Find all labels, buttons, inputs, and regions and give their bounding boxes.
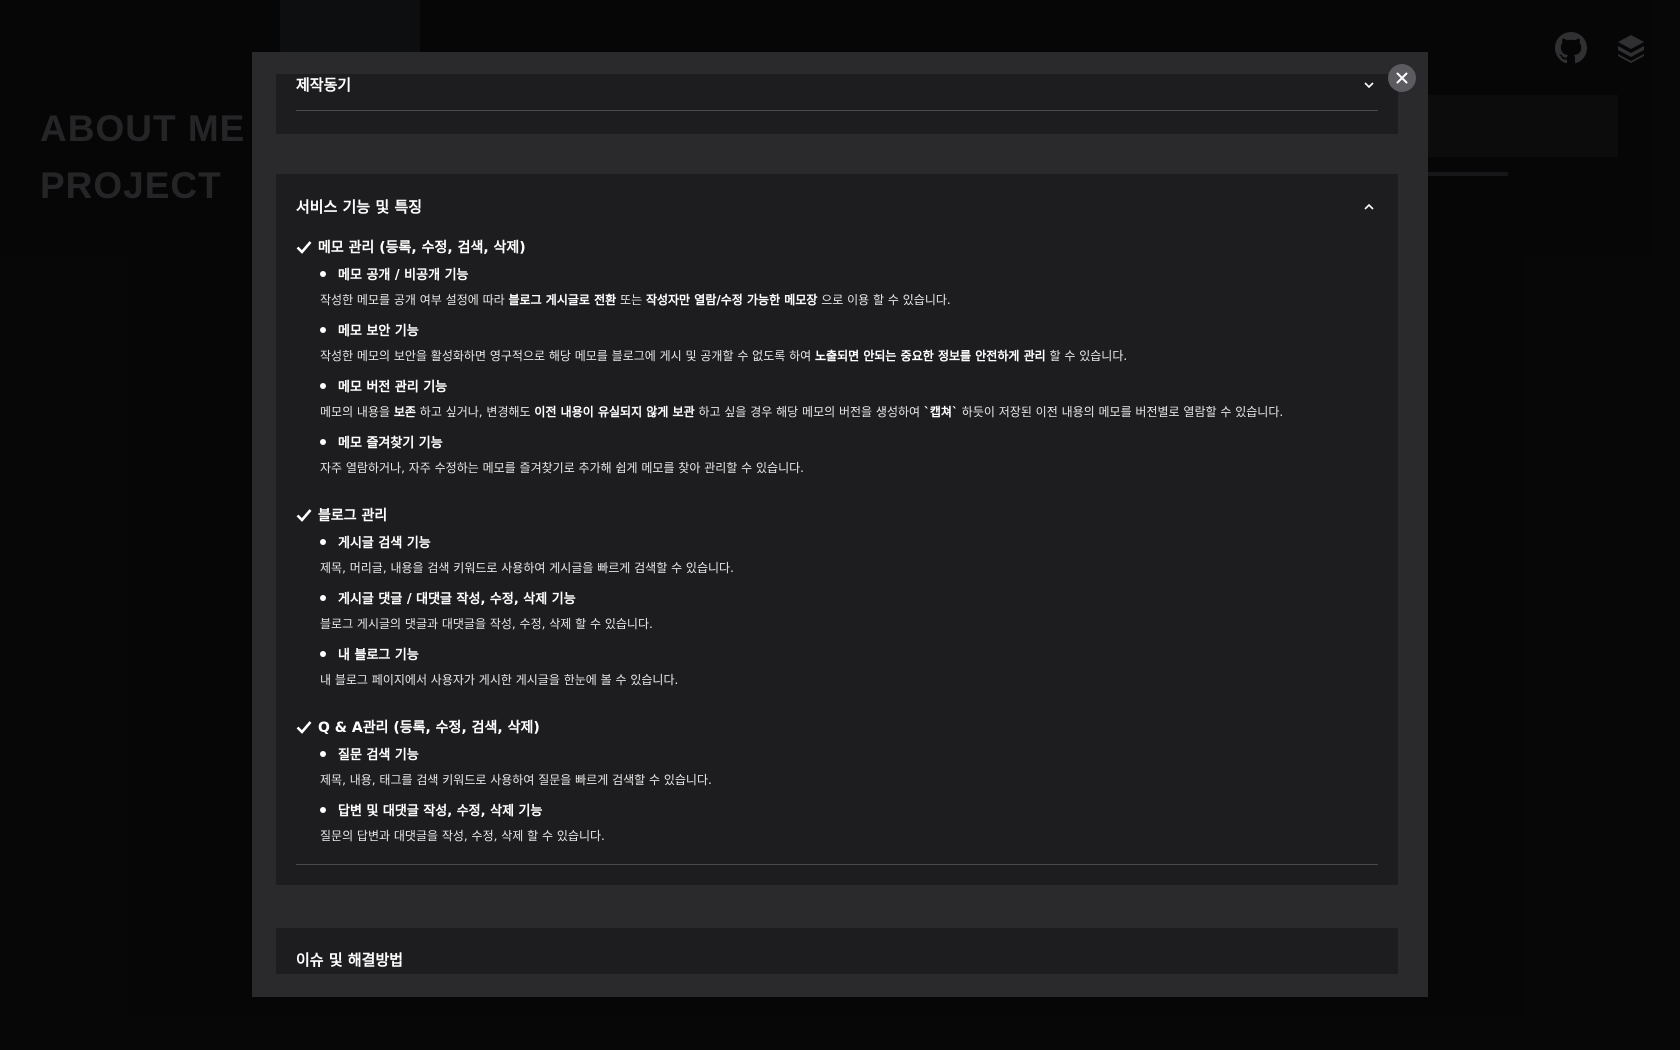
feature-item-title: 게시글 검색 기능: [320, 532, 431, 551]
bullet-icon: [320, 650, 326, 657]
bullet-icon: [320, 326, 326, 333]
bullet-icon: [320, 538, 326, 545]
check-icon: [296, 241, 312, 254]
bullet-icon: [320, 270, 326, 277]
feature-item-title: 메모 버전 관리 기능: [320, 376, 447, 395]
section-divider: [296, 110, 1378, 111]
feature-item-title: 메모 공개 / 비공개 기능: [320, 264, 469, 283]
section-title: 제작동기: [296, 76, 352, 94]
feature-item-desc: 자주 열람하거나, 자주 수정하는 메모를 즐겨찾기로 추가해 쉽게 메모를 찾…: [320, 461, 804, 475]
feature-item-desc: 작성한 메모를 공개 여부 설정에 따라 블로그 게시글로 전환 또는 작성자만…: [320, 293, 951, 307]
section-header[interactable]: 서비스 기능 및 특징: [296, 196, 1378, 216]
check-icon: [296, 721, 312, 734]
feature-item-desc: 블로그 게시글의 댓글과 대댓글을 작성, 수정, 삭제 할 수 있습니다.: [320, 617, 653, 631]
section-title: 이슈 및 해결방법: [296, 951, 404, 969]
feature-item-desc: 질문의 답변과 대댓글을 작성, 수정, 삭제 할 수 있습니다.: [320, 829, 605, 843]
section-header[interactable]: 제작동기: [296, 74, 1378, 94]
feature-item-desc: 내 블로그 페이지에서 사용자가 게시한 게시글을 한눈에 볼 수 있습니다.: [320, 673, 679, 687]
feature-item-title: 게시글 댓글 / 대댓글 작성, 수정, 삭제 기능: [320, 588, 576, 607]
feature-item-title: 메모 보안 기능: [320, 320, 419, 339]
section-motivation: 제작동기: [276, 74, 1398, 134]
feature-item-desc: 작성한 메모의 보안을 활성화하면 영구적으로 해당 메모를 블로그에 게시 및…: [320, 349, 1128, 363]
check-icon: [296, 509, 312, 522]
feature-item-desc: 제목, 머리글, 내용을 검색 키워드로 사용하여 게시글을 빠르게 검색할 수…: [320, 561, 734, 575]
bullet-icon: [320, 438, 326, 445]
feature-group-title: 블로그 관리: [296, 505, 387, 525]
section-divider: [296, 864, 1378, 865]
bullet-icon: [320, 594, 326, 601]
feature-item-title: 질문 검색 기능: [320, 744, 419, 763]
project-detail-modal: 제작동기 서비스 기능 및 특징 메모 관리 (등록, 수정, 검색, 삭제) …: [252, 52, 1428, 997]
feature-item-title: 답변 및 대댓글 작성, 수정, 삭제 기능: [320, 800, 542, 819]
section-issues: 이슈 및 해결방법: [276, 928, 1398, 974]
modal-scroll-area[interactable]: 제작동기 서비스 기능 및 특징 메모 관리 (등록, 수정, 검색, 삭제) …: [252, 52, 1428, 974]
chevron-up-icon: [1364, 203, 1374, 210]
bullet-icon: [320, 806, 326, 813]
close-button[interactable]: [1388, 64, 1416, 92]
feature-item-desc: 제목, 내용, 태그를 검색 키워드로 사용하여 질문을 빠르게 검색할 수 있…: [320, 773, 712, 787]
feature-group-title: Q & A관리 (등록, 수정, 검색, 삭제): [296, 717, 540, 737]
feature-item-title: 내 블로그 기능: [320, 644, 419, 663]
bullet-icon: [320, 750, 326, 757]
section-features: 서비스 기능 및 특징 메모 관리 (등록, 수정, 검색, 삭제) 메모 공개…: [276, 174, 1398, 885]
section-title: 서비스 기능 및 특징: [296, 198, 423, 216]
chevron-down-icon: [1364, 82, 1374, 89]
feature-group-title: 메모 관리 (등록, 수정, 검색, 삭제): [296, 237, 526, 257]
section-header[interactable]: 이슈 및 해결방법: [296, 949, 1378, 969]
bullet-icon: [320, 382, 326, 389]
close-icon: [1396, 72, 1408, 84]
feature-item-title: 메모 즐겨찾기 기능: [320, 432, 443, 451]
feature-item-desc: 메모의 내용을 보존 하고 싶거나, 변경해도 이전 내용이 유실되지 않게 보…: [320, 405, 1284, 419]
